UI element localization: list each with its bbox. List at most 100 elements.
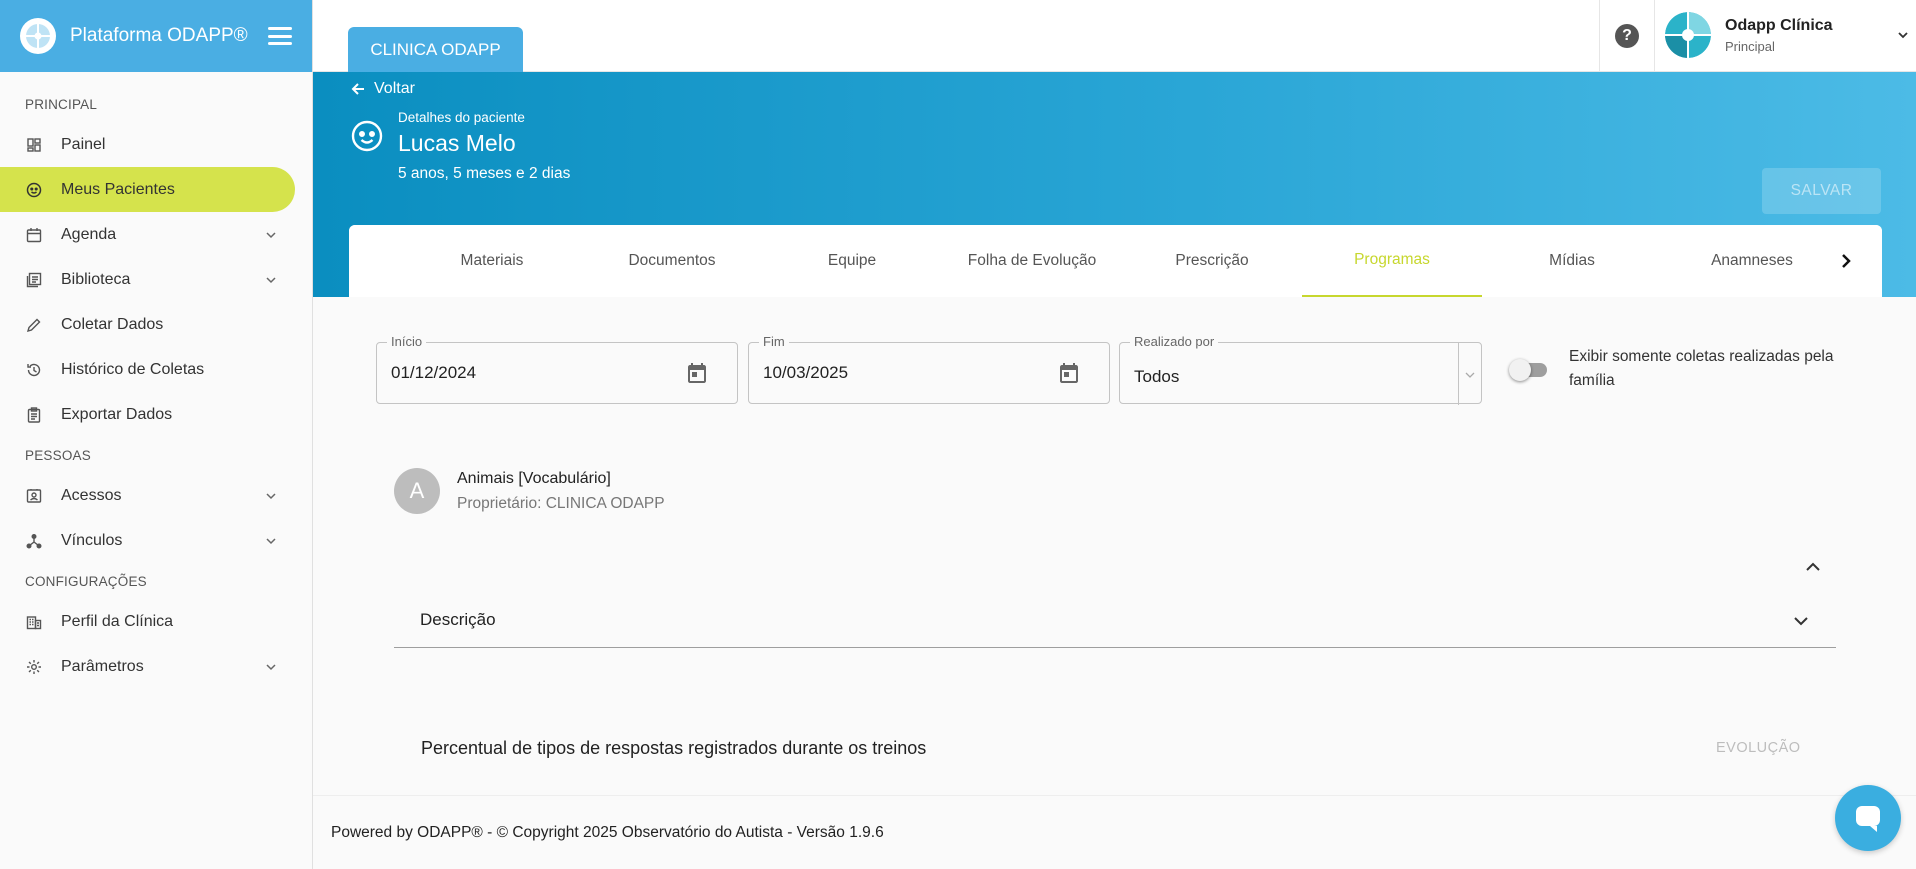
evolucao-button[interactable]: EVOLUÇÃO [1716, 740, 1801, 756]
chevron-down-icon[interactable] [265, 229, 277, 241]
select-divider [1458, 343, 1459, 405]
sidebar-item-meus-pacientes[interactable]: Meus Pacientes [0, 167, 295, 212]
menu-hamburger-icon[interactable] [268, 27, 292, 45]
sidebar-item-label: Painel [61, 135, 106, 153]
footer-text: Powered by ODAPP® - © Copyright 2025 Obs… [331, 824, 884, 841]
user-info: Odapp Clínica Principal [1725, 17, 1896, 54]
chat-bubble-icon [1856, 806, 1880, 832]
user-name: Odapp Clínica [1725, 16, 1833, 34]
footer: Powered by ODAPP® - © Copyright 2025 Obs… [313, 795, 1916, 869]
end-date-field[interactable]: Fim 10/03/2025 [748, 334, 1110, 404]
sidebar-item-label: Coletar Dados [61, 315, 164, 333]
sidebar-item-label: Perfil da Clínica [61, 612, 174, 630]
share-icon [25, 532, 43, 550]
content-card: Materiais Documentos Equipe Folha de Evo… [349, 225, 1882, 795]
sidebar-item-vinculos[interactable]: Vínculos [0, 518, 312, 563]
pencil-icon [25, 316, 43, 334]
tab-prescricao[interactable]: Prescrição [1122, 225, 1302, 297]
sidebar-item-biblioteca[interactable]: Biblioteca [0, 257, 312, 302]
brand-title: Plataforma ODAPP® [70, 25, 248, 46]
face-icon [25, 181, 43, 199]
patient-details-label: Detalhes do paciente [398, 110, 525, 125]
help-icon: ? [1615, 24, 1639, 48]
sidebar-item-label: Histórico de Coletas [61, 360, 205, 378]
save-button[interactable]: SALVAR [1762, 168, 1881, 214]
back-link[interactable]: Voltar [350, 80, 415, 98]
arrow-left-icon [351, 83, 364, 95]
chat-button[interactable] [1835, 785, 1901, 851]
section-label-pessoas: PESSOAS [25, 447, 91, 463]
program-owner: Proprietário: CLINICA ODAPP [457, 495, 665, 512]
chevron-down-icon[interactable] [1792, 612, 1810, 630]
patient-face-icon [351, 120, 383, 152]
clinic-tab[interactable]: CLINICA ODAPP [348, 27, 523, 72]
calendar-icon[interactable] [685, 361, 709, 385]
family-only-toggle[interactable] [1509, 359, 1547, 381]
sidebar-item-historico-coletas[interactable]: Histórico de Coletas [0, 347, 312, 392]
sidebar-item-acessos[interactable]: Acessos [0, 473, 312, 518]
clipboard-icon [25, 406, 43, 424]
family-only-label: Exibir somente coletas realizadas pela f… [1569, 348, 1834, 389]
patient-tabs: Materiais Documentos Equipe Folha de Evo… [349, 225, 1882, 297]
end-date-value: 10/03/2025 [763, 363, 849, 382]
library-icon [25, 271, 43, 289]
sidebar-item-label: Exportar Dados [61, 405, 173, 423]
odapp-logo-icon[interactable] [20, 18, 56, 54]
tab-anamneses[interactable]: Anamneses [1662, 225, 1842, 297]
chevron-down-icon[interactable] [265, 661, 277, 673]
help-button[interactable]: ? [1599, 0, 1655, 72]
sidebar-item-label: Agenda [61, 225, 117, 243]
sidebar-item-label: Biblioteca [61, 270, 131, 288]
end-date-label: Fim [759, 334, 789, 349]
sidebar-item-parametros[interactable]: Parâmetros [0, 644, 312, 689]
tab-folha-evolucao[interactable]: Folha de Evolução [942, 225, 1122, 297]
back-label: Voltar [374, 80, 415, 97]
tab-materiais[interactable]: Materiais [402, 225, 582, 297]
sidebar-item-agenda[interactable]: Agenda [0, 212, 312, 257]
sidebar-item-coletar-dados[interactable]: Coletar Dados [0, 302, 312, 347]
chevron-down-icon[interactable] [265, 274, 277, 286]
start-date-field[interactable]: Início 01/12/2024 [376, 334, 738, 404]
chevron-down-icon[interactable] [1464, 369, 1476, 381]
avatar [1665, 12, 1711, 58]
start-date-value: 01/12/2024 [391, 363, 477, 382]
patient-age: 5 anos, 5 meses e 2 dias [398, 165, 571, 182]
program-title: Animais [Vocabulário] [457, 470, 611, 487]
performed-by-label: Realizado por [1130, 334, 1219, 349]
user-role: Principal [1725, 38, 1775, 54]
chevron-right-icon[interactable] [1836, 251, 1856, 271]
user-menu[interactable]: Odapp Clínica Principal [1665, 12, 1910, 58]
badge-icon [25, 487, 43, 505]
description-label: Descrição [420, 610, 496, 629]
brand-bar: Plataforma ODAPP® [0, 0, 312, 72]
tab-equipe[interactable]: Equipe [762, 225, 942, 297]
section-label-configuracoes: CONFIGURAÇÕES [25, 573, 147, 589]
sidebar-item-perfil-clinica[interactable]: Perfil da Clínica [0, 599, 312, 644]
chevron-down-icon[interactable] [265, 535, 277, 547]
history-icon [25, 361, 43, 379]
sidebar-item-label: Meus Pacientes [61, 180, 175, 198]
sidebar-item-label: Vínculos [61, 531, 123, 549]
performed-by-value: Todos [1134, 367, 1180, 386]
tab-documentos[interactable]: Documentos [582, 225, 762, 297]
section-label-principal: PRINCIPAL [25, 96, 98, 112]
sidebar-item-label: Acessos [61, 486, 122, 504]
sidebar-item-exportar-dados[interactable]: Exportar Dados [0, 392, 312, 437]
sidebar: Plataforma ODAPP® PRINCIPAL Painel Meus … [0, 0, 313, 869]
toggle-knob [1509, 359, 1531, 381]
sidebar-item-label: Parâmetros [61, 657, 144, 675]
performed-by-select[interactable]: Realizado por Todos [1119, 334, 1482, 405]
tab-midias[interactable]: Mídias [1482, 225, 1662, 297]
tab-programas[interactable]: Programas [1302, 225, 1482, 297]
chevron-up-icon[interactable] [1804, 558, 1822, 576]
building-icon [25, 613, 43, 631]
dashboard-icon [25, 136, 43, 154]
gear-icon [25, 658, 43, 676]
calendar-icon[interactable] [1057, 361, 1081, 385]
program-avatar: A [394, 468, 440, 514]
chevron-down-icon[interactable] [1896, 28, 1910, 42]
chevron-down-icon[interactable] [265, 490, 277, 502]
description-accordion[interactable]: Descrição [394, 595, 1836, 648]
sidebar-item-painel[interactable]: Painel [0, 122, 312, 167]
start-date-label: Início [387, 334, 427, 349]
